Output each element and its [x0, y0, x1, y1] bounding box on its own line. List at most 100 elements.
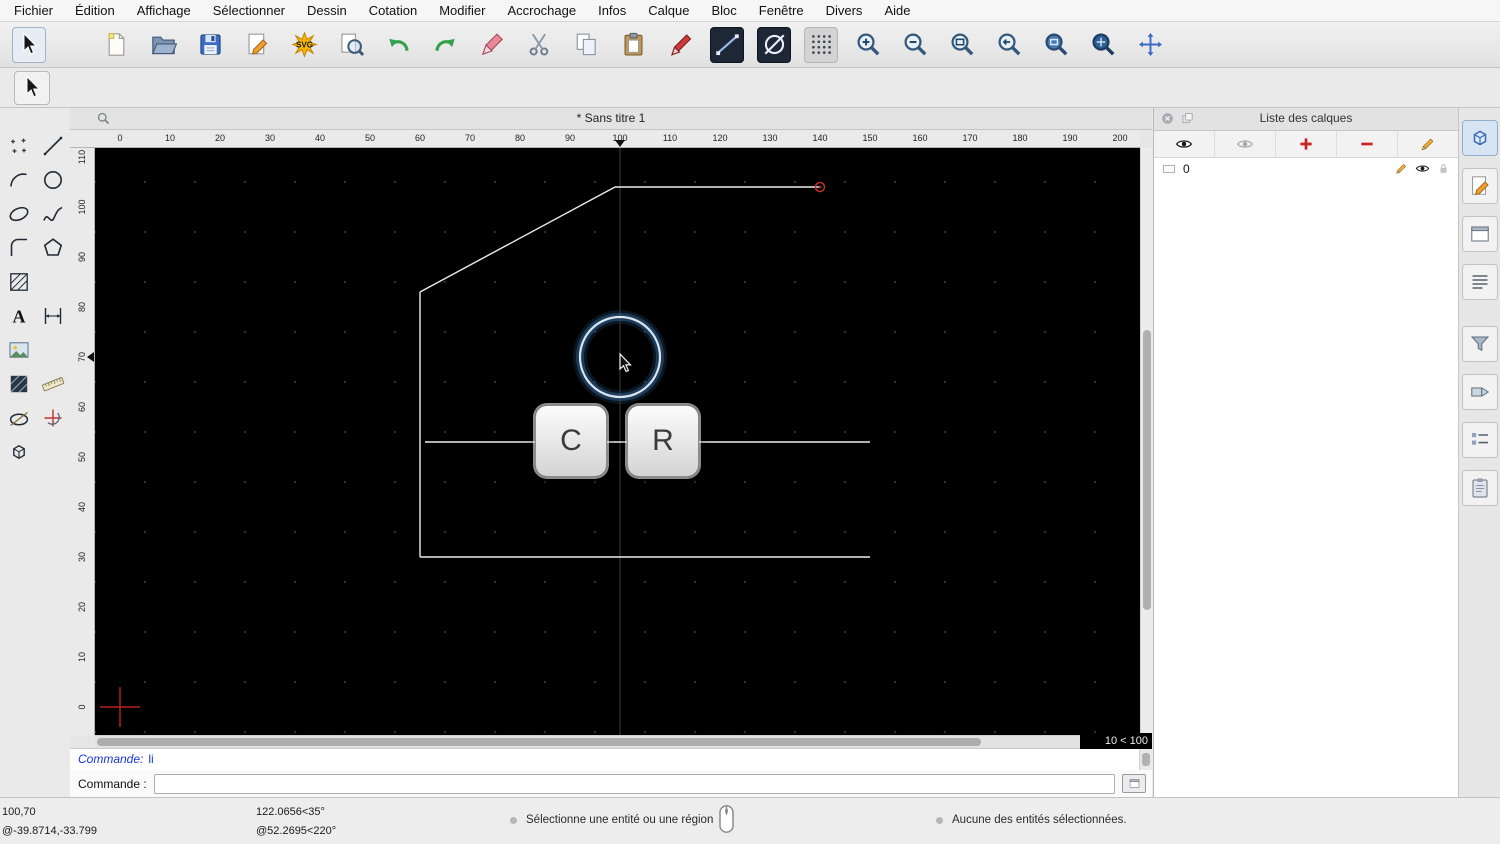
- text-tool-button[interactable]: A: [3, 300, 34, 331]
- snap-modify-tool-button[interactable]: [37, 402, 68, 433]
- close-panel-icon[interactable]: [1160, 111, 1175, 126]
- add-layer-button[interactable]: [1276, 131, 1337, 157]
- show-all-layers-button[interactable]: [1154, 131, 1215, 157]
- pen-attributes-button[interactable]: [663, 27, 697, 63]
- hint-bullet: [510, 816, 517, 824]
- measure-tool-button[interactable]: [37, 368, 68, 399]
- ellipse-tool-button[interactable]: [3, 198, 34, 229]
- menu-aide[interactable]: Aide: [884, 3, 910, 18]
- edit-layer-button[interactable]: [1398, 131, 1458, 157]
- dock-library-button[interactable]: [1461, 470, 1498, 506]
- horizontal-ruler: 0 10 20 30 40 50 60 70 80 90 100 110 120 130 140 150 160…: [95, 130, 1140, 148]
- float-panel-icon[interactable]: [1180, 111, 1195, 126]
- line-attributes-button[interactable]: [710, 26, 744, 63]
- solid-tool-button[interactable]: [3, 436, 34, 467]
- fill-tool-button[interactable]: [3, 368, 34, 399]
- dock-edit-button[interactable]: [1461, 168, 1498, 204]
- command-history-scrollbar[interactable]: [1139, 749, 1152, 770]
- hint-bullet: [936, 816, 943, 824]
- dock-block-button[interactable]: [1461, 374, 1498, 410]
- circle-attributes-button[interactable]: [757, 26, 791, 63]
- menu-accrochage[interactable]: Accrochage: [507, 3, 576, 18]
- edit-drawing-button[interactable]: [240, 27, 274, 63]
- menu-dessin[interactable]: Dessin: [307, 3, 347, 18]
- v-ruler-label: 60: [77, 402, 87, 413]
- dock-toolbar: [1458, 108, 1500, 797]
- zoom-out-button[interactable]: [898, 27, 932, 63]
- polygon-tool-button[interactable]: [37, 232, 68, 263]
- line-tool-button[interactable]: [37, 130, 68, 161]
- snap-grid-button[interactable]: [804, 26, 838, 63]
- snap-points-tool-button[interactable]: [3, 130, 34, 161]
- v-ruler-cursor-marker: [87, 352, 94, 362]
- copy-button[interactable]: [569, 27, 603, 63]
- zoom-selection-button[interactable]: [1086, 27, 1120, 63]
- polar-relative-coordinates: @52.2695<220°: [256, 825, 337, 837]
- menu-fichier[interactable]: Fichier: [14, 3, 53, 18]
- horizontal-scrollbar[interactable]: [95, 735, 1140, 748]
- hatch-tool-button[interactable]: [3, 266, 34, 297]
- pan-button[interactable]: [1133, 27, 1167, 63]
- dock-command-button[interactable]: [1461, 422, 1498, 458]
- dock-3d-view-button[interactable]: [1461, 120, 1498, 156]
- menu-fenetre[interactable]: Fenêtre: [759, 3, 804, 18]
- new-drawing-button[interactable]: [99, 27, 133, 63]
- v-ruler-label: 40: [77, 502, 87, 513]
- layer-list-panel: Liste des calques 0: [1153, 108, 1458, 797]
- menu-bloc[interactable]: Bloc: [711, 3, 736, 18]
- edit-layer-icon[interactable]: [1394, 161, 1409, 176]
- polyline-tool-button[interactable]: [3, 232, 34, 263]
- hide-all-layers-button[interactable]: [1215, 131, 1276, 157]
- layer-row[interactable]: 0: [1154, 158, 1458, 179]
- modify-tool-button[interactable]: [3, 402, 34, 433]
- layer-visibility-icon[interactable]: [1415, 161, 1430, 176]
- menu-edition[interactable]: Édition: [75, 3, 115, 18]
- spline-tool-button[interactable]: [37, 198, 68, 229]
- menu-selectionner[interactable]: Sélectionner: [213, 3, 285, 18]
- zoom-window-button[interactable]: [1039, 27, 1073, 63]
- delete-entities-button[interactable]: [475, 27, 509, 63]
- command-input[interactable]: [153, 773, 1115, 794]
- paste-button[interactable]: [616, 27, 650, 63]
- absolute-coordinates: 100,70: [2, 806, 36, 818]
- drawing-entities: [100, 148, 870, 735]
- open-drawing-button[interactable]: [146, 27, 180, 63]
- dock-list-button[interactable]: [1461, 264, 1498, 300]
- drawing-canvas[interactable]: CR: [95, 148, 1140, 735]
- circle-tool-button[interactable]: [37, 164, 68, 195]
- draw-tool-palette: A: [0, 108, 70, 797]
- dock-filter-button[interactable]: [1461, 326, 1498, 362]
- menu-cotation[interactable]: Cotation: [369, 3, 417, 18]
- redo-button[interactable]: [428, 27, 462, 63]
- menu-affichage[interactable]: Affichage: [137, 3, 191, 18]
- layers-panel-title: Liste des calques: [1259, 111, 1353, 125]
- document-title: * Sans titre 1: [576, 111, 646, 125]
- save-drawing-button[interactable]: [193, 27, 227, 63]
- dock-window-button[interactable]: [1461, 216, 1498, 252]
- h-ruler-label: 30: [264, 133, 276, 143]
- vertical-scrollbar[interactable]: [1140, 148, 1152, 735]
- vertical-scrollbar-thumb[interactable]: [1143, 330, 1151, 610]
- tool-options-bar: [0, 68, 1500, 108]
- export-svg-button[interactable]: SVG: [287, 27, 321, 63]
- menu-divers[interactable]: Divers: [826, 3, 863, 18]
- dimension-tool-button[interactable]: [37, 300, 68, 331]
- zoom-in-button[interactable]: [851, 27, 885, 63]
- command-detach-button[interactable]: [1122, 774, 1146, 793]
- horizontal-scrollbar-thumb[interactable]: [97, 738, 981, 746]
- remove-layer-button[interactable]: [1337, 131, 1398, 157]
- zoom-previous-button[interactable]: [992, 27, 1026, 63]
- menu-infos[interactable]: Infos: [598, 3, 626, 18]
- undo-button[interactable]: [381, 27, 415, 63]
- menu-modifier[interactable]: Modifier: [439, 3, 485, 18]
- select-tool-button[interactable]: [14, 70, 50, 105]
- cut-button[interactable]: [522, 27, 556, 63]
- arc-tool-button[interactable]: [3, 164, 34, 195]
- menu-calque[interactable]: Calque: [648, 3, 689, 18]
- v-ruler-label: 30: [77, 552, 87, 563]
- print-preview-button[interactable]: [334, 27, 368, 63]
- zoom-auto-button[interactable]: [945, 27, 979, 63]
- layer-lock-icon[interactable]: [1436, 161, 1451, 176]
- image-tool-button[interactable]: [3, 334, 34, 365]
- select-button[interactable]: [12, 26, 46, 63]
